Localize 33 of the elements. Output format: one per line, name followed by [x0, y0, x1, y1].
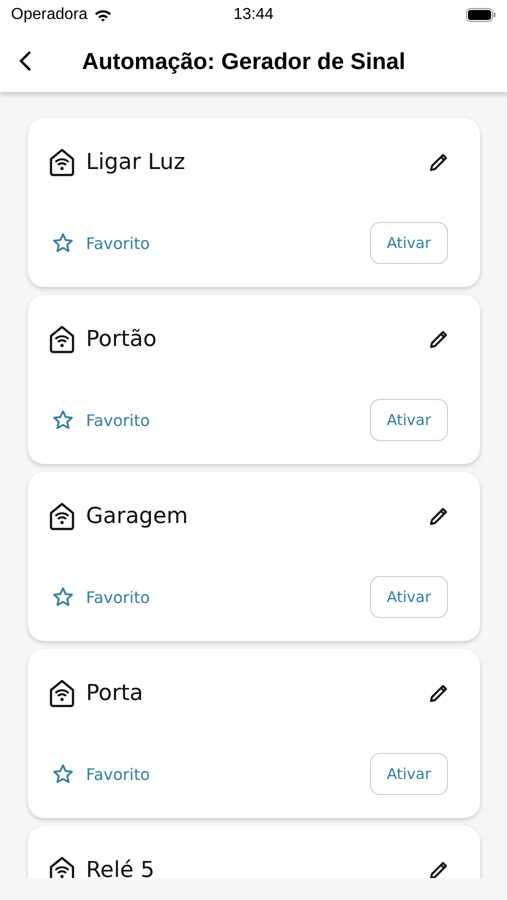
star-icon — [52, 409, 74, 431]
smart-home-icon — [48, 678, 76, 708]
star-icon — [52, 232, 74, 254]
smart-home-icon — [48, 324, 76, 354]
favorite-button[interactable]: Favorito — [48, 763, 150, 785]
edit-icon — [428, 151, 450, 173]
star-icon — [52, 763, 74, 785]
edit-icon — [428, 328, 450, 350]
star-icon — [52, 586, 74, 608]
smart-home-icon — [48, 501, 76, 531]
activate-button[interactable]: Ativar — [370, 753, 448, 795]
page-title: Automação: Gerador de Sinal — [82, 48, 406, 74]
favorite-button[interactable]: Favorito — [48, 586, 150, 608]
edit-icon — [428, 505, 450, 527]
edit-icon — [428, 682, 450, 704]
device-name: Portão — [86, 326, 158, 352]
battery-icon — [466, 8, 496, 22]
wifi-icon — [94, 8, 112, 22]
smart-home-icon — [48, 855, 76, 878]
edit-icon — [428, 859, 450, 878]
favorite-button[interactable]: Favorito — [48, 232, 150, 254]
smart-home-icon — [48, 147, 76, 177]
back-icon — [18, 50, 32, 72]
favorite-button[interactable]: Favorito — [48, 409, 150, 431]
clock-time: 13:44 — [233, 6, 274, 24]
activate-button[interactable]: Ativar — [370, 576, 448, 618]
activate-button[interactable]: Ativar — [370, 222, 448, 264]
device-name: Garagem — [86, 504, 189, 528]
device-name: Porta — [86, 680, 144, 706]
carrier-name: Operadora — [11, 6, 88, 24]
activate-button[interactable]: Ativar — [370, 399, 448, 441]
device-name: Ligar Luz — [86, 150, 186, 174]
device-name: Relé 5 — [86, 858, 156, 878]
